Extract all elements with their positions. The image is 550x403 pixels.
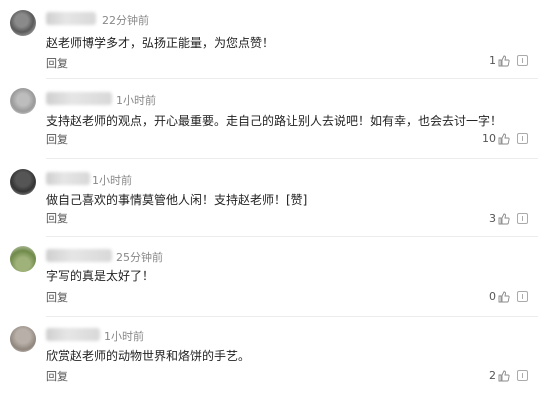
username-blurred[interactable]	[46, 92, 112, 105]
like-count: 2	[489, 369, 496, 382]
comment-text: 赵老师博学多才，弘扬正能量，为您点赞！	[46, 36, 275, 50]
thumbs-up-icon	[498, 133, 510, 144]
like-button[interactable]: 1	[489, 54, 510, 67]
avatar[interactable]	[10, 88, 36, 114]
reply-button[interactable]: 回复	[46, 55, 68, 71]
like-count: 1	[489, 54, 496, 67]
comment-time: 1小时前	[104, 330, 144, 343]
more-options-icon[interactable]	[517, 370, 528, 381]
thumbs-up-icon	[498, 213, 510, 224]
thumbs-up-icon	[498, 291, 510, 302]
username-blurred[interactable]	[46, 12, 96, 25]
divider	[46, 316, 538, 317]
reply-button[interactable]: 回复	[46, 131, 68, 147]
more-options-icon[interactable]	[517, 291, 528, 302]
like-count: 10	[482, 132, 496, 145]
divider	[46, 236, 538, 237]
like-count: 0	[489, 290, 496, 303]
avatar[interactable]	[10, 10, 36, 36]
more-options-icon[interactable]	[517, 133, 528, 144]
like-count: 3	[489, 212, 496, 225]
thumbs-up-icon	[498, 370, 510, 381]
avatar[interactable]	[10, 246, 36, 272]
reply-button[interactable]: 回复	[46, 210, 68, 226]
like-button[interactable]: 10	[482, 132, 510, 145]
divider	[46, 78, 538, 79]
comment-time: 1小时前	[92, 174, 132, 187]
username-blurred[interactable]	[46, 328, 100, 341]
reply-button[interactable]: 回复	[46, 368, 68, 384]
comment-list: { "comments": [ { "time": "22分钟前", "text…	[0, 0, 550, 403]
thumbs-up-icon	[498, 55, 510, 66]
comment-time: 1小时前	[116, 94, 156, 107]
comment-text: 欣赏赵老师的动物世界和烙饼的手艺。	[46, 349, 251, 363]
comment-time: 22分钟前	[102, 14, 149, 27]
avatar[interactable]	[10, 326, 36, 352]
reply-button[interactable]: 回复	[46, 289, 68, 305]
like-button[interactable]: 2	[489, 369, 510, 382]
comment-time: 25分钟前	[116, 251, 163, 264]
avatar[interactable]	[10, 169, 36, 195]
more-options-icon[interactable]	[517, 213, 528, 224]
username-blurred[interactable]	[46, 249, 112, 262]
username-blurred[interactable]	[46, 172, 90, 185]
like-button[interactable]: 0	[489, 290, 510, 303]
comment-text: 支持赵老师的观点，开心最重要。走自己的路让别人去说吧！如有幸，也会去讨一字！	[46, 114, 503, 128]
comment-text: 字写的真是太好了！	[46, 269, 155, 283]
more-options-icon[interactable]	[517, 55, 528, 66]
divider	[46, 158, 538, 159]
comment-text: 做自己喜欢的事情莫管他人闲！支持赵老师！[赞]	[46, 193, 308, 207]
like-button[interactable]: 3	[489, 212, 510, 225]
